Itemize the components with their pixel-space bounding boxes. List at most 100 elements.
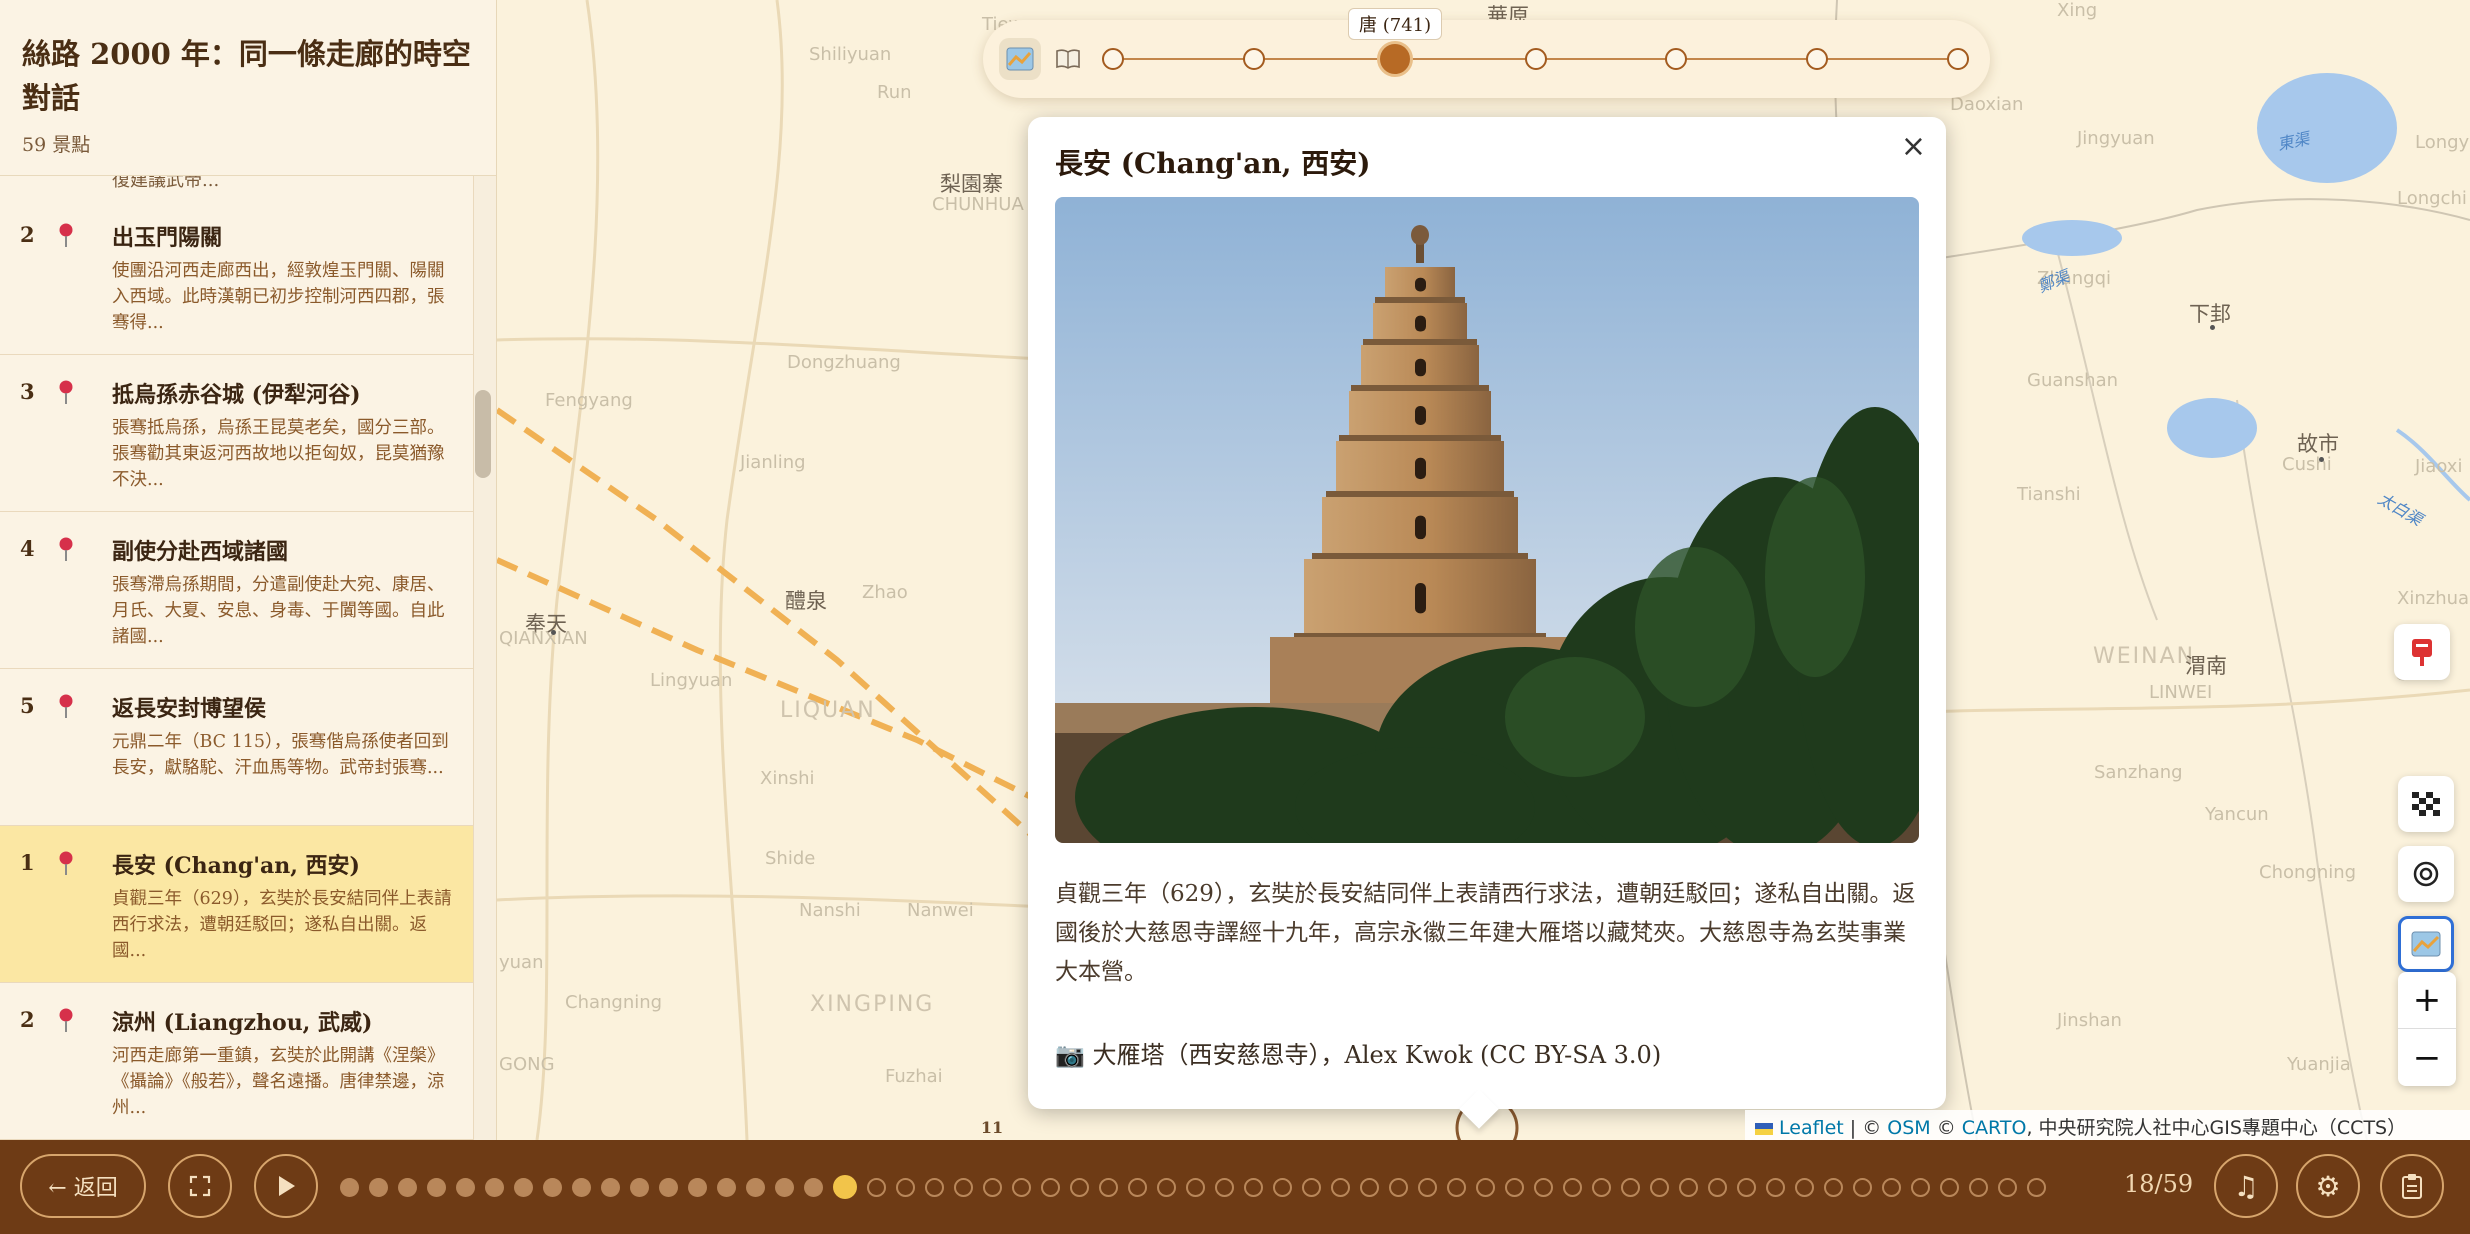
progress-dot[interactable] bbox=[456, 1177, 475, 1197]
timeline-node[interactable] bbox=[1806, 48, 1829, 70]
progress-dot[interactable] bbox=[867, 1177, 886, 1197]
spot-popup: 長安 (Chang'an, 西安) × 貞觀三年（629），玄奘於長安結同伴上表… bbox=[1028, 117, 1946, 1129]
timeline-node[interactable] bbox=[1524, 48, 1547, 70]
progress-dot[interactable] bbox=[1128, 1177, 1147, 1197]
progress-dot-current[interactable] bbox=[833, 1175, 857, 1199]
map-pin-icon bbox=[57, 691, 112, 825]
timeline-node[interactable] bbox=[1947, 48, 1969, 70]
progress-dot[interactable] bbox=[1795, 1177, 1814, 1197]
timeline-node[interactable] bbox=[1665, 48, 1688, 70]
progress-dot[interactable] bbox=[983, 1177, 1002, 1197]
progress-dot[interactable] bbox=[1418, 1177, 1437, 1197]
scrollbar-thumb[interactable] bbox=[475, 390, 491, 478]
progress-dot[interactable] bbox=[659, 1177, 678, 1197]
progress-dot[interactable] bbox=[1534, 1177, 1553, 1197]
settings-button[interactable]: ⚙ bbox=[2296, 1154, 2360, 1218]
basemap-toggle-button[interactable] bbox=[2398, 776, 2454, 832]
zoom-in-button[interactable]: + bbox=[2398, 972, 2456, 1029]
progress-dot[interactable] bbox=[1244, 1177, 1263, 1197]
map-label: LINWEI bbox=[2149, 682, 2213, 703]
progress-dot[interactable] bbox=[601, 1177, 620, 1197]
story-mode-button[interactable] bbox=[1047, 38, 1089, 80]
progress-dot[interactable] bbox=[775, 1177, 794, 1197]
progress-dot[interactable] bbox=[1302, 1177, 1321, 1197]
progress-dot[interactable] bbox=[954, 1177, 973, 1197]
zoom-out-button[interactable]: − bbox=[2398, 1029, 2456, 1086]
postbox-button[interactable] bbox=[2394, 624, 2450, 680]
progress-dot[interactable] bbox=[1389, 1177, 1408, 1197]
progress-dot[interactable] bbox=[925, 1177, 944, 1197]
progress-dot[interactable] bbox=[1911, 1177, 1930, 1197]
list-item[interactable]: 3 抵烏孫赤谷城 (伊犁河谷) 張骞抵烏孫，烏孫王昆莫老矣，國分三部。張骞勸其東返河… bbox=[0, 355, 475, 512]
progress-dot[interactable] bbox=[688, 1177, 707, 1197]
locate-button[interactable] bbox=[2398, 846, 2454, 902]
progress-dot[interactable] bbox=[630, 1177, 649, 1197]
map-layer-button[interactable] bbox=[2398, 916, 2454, 972]
leaflet-link[interactable]: Leaflet bbox=[1779, 1117, 1844, 1139]
progress-dot[interactable] bbox=[1360, 1177, 1379, 1197]
list-item[interactable]: 4 副使分赴西域諸國 張骞滯烏孫期間，分遣副使赴大宛、康居、月氏、大夏、安息、身毒、… bbox=[0, 512, 475, 669]
progress-dot[interactable] bbox=[543, 1177, 562, 1197]
progress-dot[interactable] bbox=[1824, 1177, 1843, 1197]
progress-dot[interactable] bbox=[1447, 1177, 1466, 1197]
progress-dot[interactable] bbox=[369, 1177, 388, 1197]
progress-dot[interactable] bbox=[1476, 1177, 1495, 1197]
list-item[interactable]: 1 長安 (Chang'an, 西安) 貞觀三年（629），玄奘於長安結同伴上表請西… bbox=[0, 826, 475, 983]
list-item[interactable]: 2 出玉門陽關 使團沿河西走廊西出，經敦煌玉門關、陽關入西域。此時漢朝已初步控制河西… bbox=[0, 198, 475, 355]
progress-dot[interactable] bbox=[1331, 1177, 1350, 1197]
progress-dot[interactable] bbox=[1592, 1177, 1611, 1197]
progress-dot[interactable] bbox=[1273, 1177, 1292, 1197]
progress-dot[interactable] bbox=[1215, 1177, 1234, 1197]
progress-dot[interactable] bbox=[1621, 1177, 1640, 1197]
timeline-node[interactable] bbox=[1242, 48, 1265, 70]
progress-dot[interactable] bbox=[485, 1177, 504, 1197]
map-label: Lingyuan bbox=[650, 670, 733, 691]
progress-dot[interactable] bbox=[1070, 1177, 1089, 1197]
progress-dot[interactable] bbox=[427, 1177, 446, 1197]
progress-dot[interactable] bbox=[1708, 1177, 1727, 1197]
timeline-node-current[interactable] bbox=[1376, 41, 1413, 77]
notes-button[interactable] bbox=[2380, 1154, 2444, 1218]
progress-dot[interactable] bbox=[1186, 1177, 1205, 1197]
back-button[interactable]: ← 返回 bbox=[20, 1154, 146, 1218]
progress-dot[interactable] bbox=[1099, 1177, 1118, 1197]
progress-dot[interactable] bbox=[1650, 1177, 1669, 1197]
progress-dot[interactable] bbox=[1679, 1177, 1698, 1197]
progress-dot[interactable] bbox=[896, 1177, 915, 1197]
fullscreen-button[interactable] bbox=[168, 1154, 232, 1218]
progress-dot[interactable] bbox=[1853, 1177, 1872, 1197]
progress-dot[interactable] bbox=[1563, 1177, 1582, 1197]
music-button[interactable]: ♫ bbox=[2214, 1154, 2278, 1218]
map-marker-number[interactable]: 11 bbox=[977, 1118, 1007, 1137]
progress-dot[interactable] bbox=[572, 1177, 591, 1197]
progress-dot[interactable] bbox=[340, 1177, 359, 1197]
progress-dot[interactable] bbox=[1737, 1177, 1756, 1197]
scrollbar-track[interactable] bbox=[473, 176, 496, 1140]
progress-dot[interactable] bbox=[398, 1177, 417, 1197]
carto-link[interactable]: CARTO bbox=[1962, 1117, 2027, 1139]
map-mode-button[interactable] bbox=[999, 38, 1041, 80]
list-item[interactable]: 2 涼州 (Liangzhou, 武威) 河西走廊第一重鎮，玄奘於此開講《涅槃》《攝… bbox=[0, 983, 475, 1140]
progress-dot[interactable] bbox=[746, 1177, 765, 1197]
progress-dot[interactable] bbox=[1766, 1177, 1785, 1197]
progress-dot[interactable] bbox=[1041, 1177, 1060, 1197]
progress-dot[interactable] bbox=[1012, 1177, 1031, 1197]
osm-link[interactable]: OSM bbox=[1887, 1117, 1930, 1139]
progress-dot[interactable] bbox=[717, 1177, 736, 1197]
list-item[interactable]: 5 返長安封博望侯 元鼎二年（BC 115），張骞偕烏孫使者回到長安，獻駱駝、汗血馬… bbox=[0, 669, 475, 826]
map-label: XINGPING bbox=[810, 992, 935, 1017]
progress-dot[interactable] bbox=[1157, 1177, 1176, 1197]
timeline-node[interactable] bbox=[1102, 48, 1124, 70]
play-button[interactable] bbox=[254, 1154, 318, 1218]
progress-dot[interactable] bbox=[514, 1177, 533, 1197]
progress-dot[interactable] bbox=[1998, 1177, 2017, 1197]
progress-dot[interactable] bbox=[804, 1177, 823, 1197]
progress-dot[interactable] bbox=[1505, 1177, 1524, 1197]
progress-dot[interactable] bbox=[2027, 1177, 2046, 1197]
map-label: Jinshan bbox=[2057, 1010, 2122, 1031]
progress-dot[interactable] bbox=[1940, 1177, 1959, 1197]
list-item-number: 1 bbox=[20, 850, 35, 875]
progress-dot[interactable] bbox=[1882, 1177, 1901, 1197]
progress-dot[interactable] bbox=[1969, 1177, 1988, 1197]
close-icon[interactable]: × bbox=[1901, 129, 1926, 164]
